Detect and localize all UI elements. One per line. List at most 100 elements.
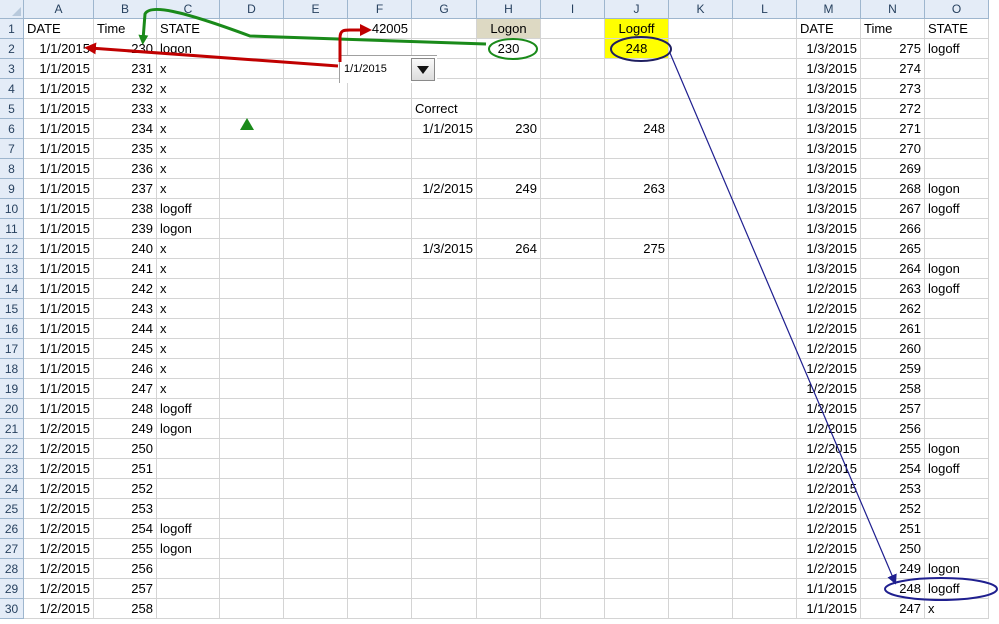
cell-e27[interactable] [284, 539, 348, 559]
cell-i11[interactable] [541, 219, 605, 239]
row-header-14[interactable]: 14 [0, 279, 24, 299]
cell-j7[interactable] [605, 139, 669, 159]
cell-j26[interactable] [605, 519, 669, 539]
cell-i23[interactable] [541, 459, 605, 479]
cell-m7[interactable]: 1/3/2015 [797, 139, 861, 159]
cell-j23[interactable] [605, 459, 669, 479]
cell-b11[interactable]: 239 [94, 219, 157, 239]
cell-c13[interactable]: x [157, 259, 220, 279]
cell-a6[interactable]: 1/1/2015 [24, 119, 94, 139]
cell-k3[interactable] [669, 59, 733, 79]
cell-o24[interactable] [925, 479, 989, 499]
cell-b14[interactable]: 242 [94, 279, 157, 299]
cell-f16[interactable] [348, 319, 412, 339]
cell-d25[interactable] [220, 499, 284, 519]
cell-e18[interactable] [284, 359, 348, 379]
cell-e24[interactable] [284, 479, 348, 499]
cell-a13[interactable]: 1/1/2015 [24, 259, 94, 279]
cell-a12[interactable]: 1/1/2015 [24, 239, 94, 259]
cell-j18[interactable] [605, 359, 669, 379]
cell-f8[interactable] [348, 159, 412, 179]
cell-j5[interactable] [605, 99, 669, 119]
cell-k27[interactable] [669, 539, 733, 559]
cell-h8[interactable] [477, 159, 541, 179]
cell-l22[interactable] [733, 439, 797, 459]
cell-f23[interactable] [348, 459, 412, 479]
column-header-d[interactable]: D [220, 0, 284, 19]
cell-d16[interactable] [220, 319, 284, 339]
cell-l8[interactable] [733, 159, 797, 179]
cell-g1[interactable] [412, 19, 477, 39]
cell-c2[interactable]: logon [157, 39, 220, 59]
cell-d19[interactable] [220, 379, 284, 399]
cell-m8[interactable]: 1/3/2015 [797, 159, 861, 179]
row-header-10[interactable]: 10 [0, 199, 24, 219]
row-header-25[interactable]: 25 [0, 499, 24, 519]
cell-g8[interactable] [412, 159, 477, 179]
cell-b21[interactable]: 249 [94, 419, 157, 439]
cell-l10[interactable] [733, 199, 797, 219]
cell-c25[interactable] [157, 499, 220, 519]
cell-f25[interactable] [348, 499, 412, 519]
cell-k11[interactable] [669, 219, 733, 239]
cell-m13[interactable]: 1/3/2015 [797, 259, 861, 279]
column-header-j[interactable]: J [605, 0, 669, 19]
cell-g9[interactable]: 1/2/2015 [412, 179, 477, 199]
cell-o26[interactable] [925, 519, 989, 539]
cell-f21[interactable] [348, 419, 412, 439]
cell-g22[interactable] [412, 439, 477, 459]
cell-b29[interactable]: 257 [94, 579, 157, 599]
cell-m16[interactable]: 1/2/2015 [797, 319, 861, 339]
cell-h23[interactable] [477, 459, 541, 479]
cell-c28[interactable] [157, 559, 220, 579]
cell-c15[interactable]: x [157, 299, 220, 319]
cell-e16[interactable] [284, 319, 348, 339]
cell-k28[interactable] [669, 559, 733, 579]
cell-j6[interactable]: 248 [605, 119, 669, 139]
cell-e21[interactable] [284, 419, 348, 439]
cell-h12[interactable]: 264 [477, 239, 541, 259]
row-header-15[interactable]: 15 [0, 299, 24, 319]
cell-d3[interactable] [220, 59, 284, 79]
cell-i7[interactable] [541, 139, 605, 159]
cell-l27[interactable] [733, 539, 797, 559]
cell-d28[interactable] [220, 559, 284, 579]
cell-g23[interactable] [412, 459, 477, 479]
cell-l5[interactable] [733, 99, 797, 119]
cell-e1[interactable] [284, 19, 348, 39]
cell-e28[interactable] [284, 559, 348, 579]
cell-k18[interactable] [669, 359, 733, 379]
cell-h16[interactable] [477, 319, 541, 339]
cell-d24[interactable] [220, 479, 284, 499]
cell-n23[interactable]: 254 [861, 459, 925, 479]
cell-g30[interactable] [412, 599, 477, 619]
cell-c24[interactable] [157, 479, 220, 499]
cell-o4[interactable] [925, 79, 989, 99]
cell-g10[interactable] [412, 199, 477, 219]
cell-b20[interactable]: 248 [94, 399, 157, 419]
cell-j17[interactable] [605, 339, 669, 359]
cell-b15[interactable]: 243 [94, 299, 157, 319]
cell-k10[interactable] [669, 199, 733, 219]
cell-d1[interactable] [220, 19, 284, 39]
cell-b3[interactable]: 231 [94, 59, 157, 79]
cell-d5[interactable] [220, 99, 284, 119]
cell-m12[interactable]: 1/3/2015 [797, 239, 861, 259]
cell-e26[interactable] [284, 519, 348, 539]
cell-c29[interactable] [157, 579, 220, 599]
cell-g29[interactable] [412, 579, 477, 599]
cell-l18[interactable] [733, 359, 797, 379]
cell-h13[interactable] [477, 259, 541, 279]
select-all-corner[interactable] [0, 0, 24, 19]
cell-l7[interactable] [733, 139, 797, 159]
cell-n28[interactable]: 249 [861, 559, 925, 579]
cell-b9[interactable]: 237 [94, 179, 157, 199]
cell-n22[interactable]: 255 [861, 439, 925, 459]
cell-k16[interactable] [669, 319, 733, 339]
cell-a1[interactable]: DATE [24, 19, 94, 39]
cell-l12[interactable] [733, 239, 797, 259]
row-header-12[interactable]: 12 [0, 239, 24, 259]
cell-m26[interactable]: 1/2/2015 [797, 519, 861, 539]
cell-i1[interactable] [541, 19, 605, 39]
row-header-6[interactable]: 6 [0, 119, 24, 139]
